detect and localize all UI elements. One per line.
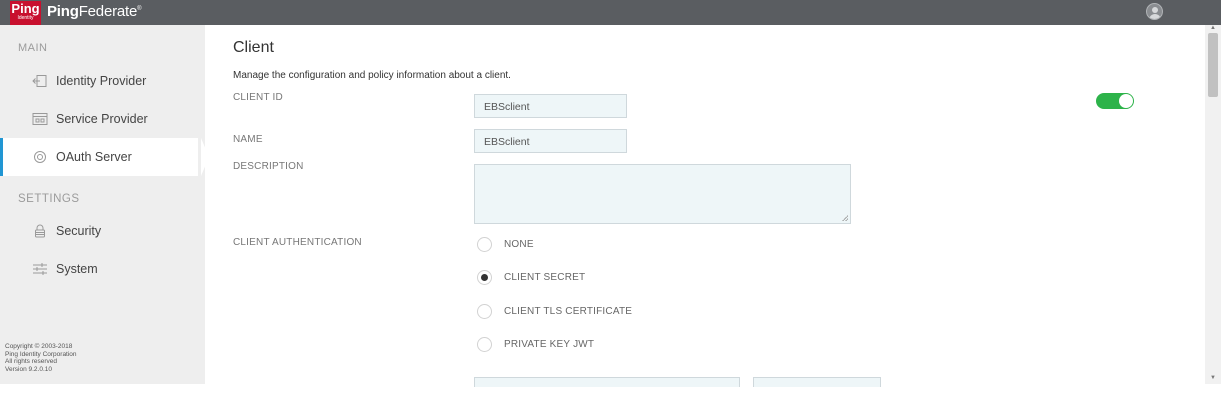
sidebar: MAIN Identity Provider Service Provider … xyxy=(0,25,209,384)
main-section-heading: MAIN xyxy=(18,42,48,54)
radio-label: CLIENT SECRET xyxy=(504,272,586,283)
name-label: NAME xyxy=(233,134,263,145)
auth-option-client-secret[interactable]: CLIENT SECRET xyxy=(477,270,585,285)
auth-option-none[interactable]: NONE xyxy=(477,237,534,252)
user-account-icon[interactable] xyxy=(1146,3,1163,20)
toggle-knob xyxy=(1119,94,1133,108)
copyright-rights: All rights reserved xyxy=(5,358,58,365)
main-content: Client Manage the configuration and poli… xyxy=(205,25,1205,406)
sidebar-item-label: System xyxy=(56,262,98,276)
identity-provider-icon xyxy=(32,74,48,88)
auth-option-private-key-jwt[interactable]: PRIVATE KEY JWT xyxy=(477,337,594,352)
sidebar-item-system[interactable]: System xyxy=(0,250,205,288)
resize-grip-icon[interactable] xyxy=(842,215,848,221)
client-id-input[interactable]: EBSclient xyxy=(474,94,627,118)
name-input[interactable]: EBSclient xyxy=(474,129,627,153)
client-id-label: CLIENT ID xyxy=(233,92,283,103)
product-name-bold: Ping xyxy=(47,3,79,20)
system-sliders-icon xyxy=(32,262,48,276)
sidebar-item-label: OAuth Server xyxy=(56,150,132,164)
auth-option-client-tls-certificate[interactable]: CLIENT TLS CERTIFICATE xyxy=(477,304,632,319)
radio-label: PRIVATE KEY JWT xyxy=(504,339,595,350)
sidebar-item-security[interactable]: Security xyxy=(0,212,205,250)
description-textarea[interactable] xyxy=(474,164,851,224)
secondary-input-partial[interactable] xyxy=(753,377,881,387)
logo-subtext: Identity xyxy=(17,15,34,21)
version-text: Version 9.2.0.10 xyxy=(5,365,52,373)
radio-button-checked[interactable] xyxy=(477,270,492,285)
logo-text: Ping xyxy=(11,1,40,16)
copyright-company: Ping Identity Corporation xyxy=(5,350,77,358)
radio-button[interactable] xyxy=(477,237,492,252)
radio-button[interactable] xyxy=(477,337,492,352)
radio-label: CLIENT TLS CERTIFICATE xyxy=(504,306,633,317)
copyright-notice: Copyright © 2003-2018 Ping Identity Corp… xyxy=(5,343,77,373)
radio-button[interactable] xyxy=(477,304,492,319)
trademark: ® xyxy=(137,6,142,12)
top-bar: Ping Identity PingFederate® xyxy=(0,0,1221,25)
copyright-line: Copyright © 2003-2018 xyxy=(5,343,73,350)
page-description: Manage the configuration and policy info… xyxy=(233,70,511,81)
sidebar-item-label: Identity Provider xyxy=(56,74,147,88)
service-provider-icon xyxy=(32,112,48,126)
secret-input-partial[interactable] xyxy=(474,377,740,387)
description-label: DESCRIPTION xyxy=(233,161,304,172)
ping-identity-logo[interactable]: Ping Identity xyxy=(10,1,41,25)
oauth-server-icon xyxy=(32,150,48,164)
sidebar-item-oauth-server[interactable]: OAuth Server xyxy=(0,138,209,176)
scrollbar-thumb[interactable] xyxy=(1208,33,1218,97)
sidebar-item-service-provider[interactable]: Service Provider xyxy=(0,100,205,138)
lock-icon xyxy=(32,224,48,238)
settings-section-heading: SETTINGS xyxy=(18,193,80,205)
radio-label: NONE xyxy=(504,239,534,250)
product-name-light: Federate xyxy=(78,3,138,20)
sidebar-item-identity-provider[interactable]: Identity Provider xyxy=(0,62,205,100)
page-title: Client xyxy=(233,39,274,56)
client-authentication-label: CLIENT AUTHENTICATION xyxy=(233,237,362,248)
sidebar-item-label: Security xyxy=(56,224,102,238)
product-name: PingFederate® xyxy=(47,3,142,20)
client-enabled-toggle[interactable] xyxy=(1096,93,1134,109)
vertical-scrollbar[interactable]: ▲ ▼ xyxy=(1205,25,1221,384)
scroll-up-arrow-icon[interactable]: ▲ xyxy=(1210,25,1216,31)
scroll-down-arrow-icon[interactable]: ▼ xyxy=(1210,375,1216,381)
sidebar-item-label: Service Provider xyxy=(56,112,148,126)
